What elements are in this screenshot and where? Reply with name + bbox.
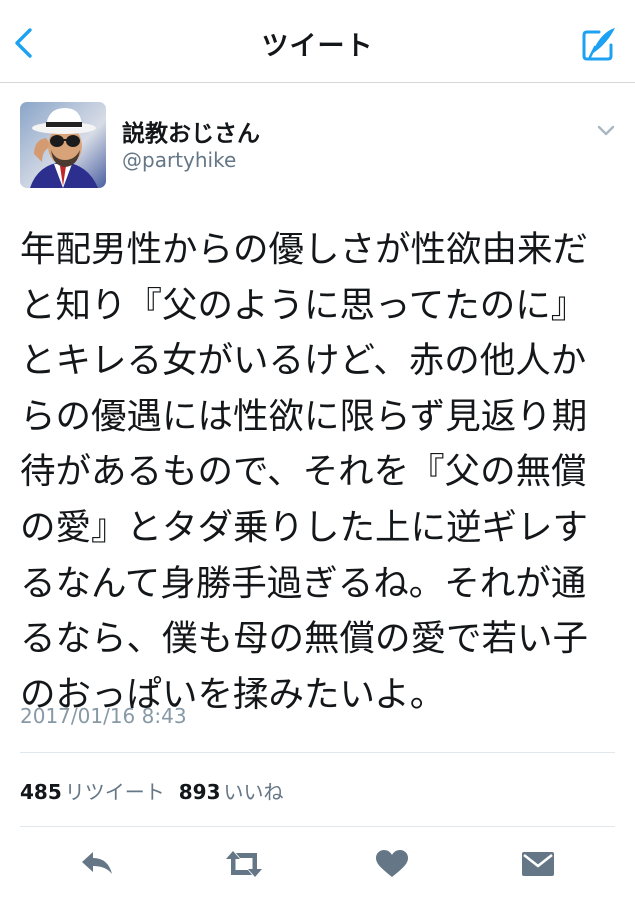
tweet-text-line: と知り『父のように思ってたのに』 [20,284,587,326]
reply-icon [82,852,112,874]
nav-bar: ツイート [0,0,635,83]
tweet-text-line: るなんて身勝手過ぎるね。それが通 [20,562,587,604]
compose-button[interactable] [579,24,619,64]
like-button[interactable] [372,848,412,880]
like-stat[interactable]: 893 いいね [179,780,298,804]
retweet-stat[interactable]: 485 リツイート [20,780,179,804]
like-label: いいね [223,780,284,804]
tweet-text-line: の愛』とタダ乗りした上に逆ギレす [20,506,589,548]
divider [20,826,615,827]
tweet-text-line: らの優遇には性欲に限らず見返り期 [20,395,588,437]
tweet-text: 年配男性からの優しさが性欲由来だ と知り『父のように思ってたのに』 とキレる女が… [20,222,620,722]
divider [20,752,615,753]
reply-button[interactable] [78,848,118,880]
page-title: ツイート [261,31,374,62]
author-display-name[interactable]: 説教おじさん [122,114,260,148]
tweet-timestamp: 2017/01/16 8:43 [20,704,187,728]
retweet-icon [226,851,262,877]
avatar[interactable] [20,102,106,188]
retweet-label: リツイート [64,780,165,804]
like-count: 893 [178,780,221,804]
tweet-text-line: るなら、僕も母の無償の愛で若い子 [20,618,589,660]
retweet-count: 485 [20,780,62,804]
direct-message-icon [522,852,554,876]
direct-message-button[interactable] [518,848,558,880]
retweet-button[interactable] [222,848,266,880]
like-heart-icon [376,850,408,877]
tweet-text-line: 待があるもので、それを『父の無償 [20,451,587,493]
author-handle[interactable]: @partyhike [122,148,236,172]
tweet-text-line: 年配男性からの優しさが性欲由来だ [20,229,589,270]
tweet-text-line: とキレる女がいるけど、赤の他人か [20,340,587,382]
chevron-down-icon [597,125,615,136]
avatar-image [20,102,106,188]
tweet-stats: 485 リツイート 893 いいね [20,776,298,805]
tweet-options-button[interactable] [594,120,618,140]
compose-tweet-icon [582,28,615,61]
